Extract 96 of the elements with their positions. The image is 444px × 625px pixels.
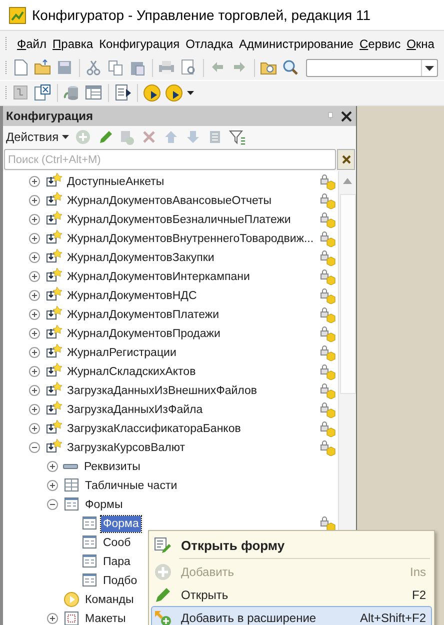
expand-icon[interactable] [29,290,40,301]
debug-start-icon[interactable] [143,84,161,102]
field-icon [63,464,78,469]
play-icon [63,591,80,608]
open-folder-icon[interactable] [34,59,52,77]
tree-window-icon[interactable] [12,84,30,102]
copy-icon[interactable] [107,59,125,77]
search-icon[interactable] [282,59,300,77]
expand-icon[interactable] [29,385,40,396]
form-icon [63,496,80,513]
menu-item[interactable]: Открыть форму [151,534,432,557]
menu-item[interactable]: Отладка [182,34,236,52]
tree-item[interactable]: ЖурналДокументовИнтеркампани [65,268,252,284]
menu-item[interactable]: Окна [404,34,438,52]
collapse-icon[interactable] [47,499,58,510]
tree-item[interactable]: ЖурналДокументовБезналичныеПлатежи [65,212,293,228]
tree-item[interactable]: ЖурналДокументовЗакупки [65,250,216,266]
tree-item[interactable]: Реквизиты [82,458,142,474]
pencil-icon [154,586,172,604]
panel-title: Конфигурация [6,108,94,125]
tree-item[interactable]: Табличные части [83,478,180,494]
add-icon [154,562,172,580]
tree-item[interactable]: ЖурналДокументовНДС [65,288,199,304]
menu-item[interactable]: Файл [14,34,50,52]
expand-icon[interactable] [29,309,40,320]
tree-item[interactable]: Команды [83,592,136,608]
search-combo-field[interactable] [306,59,438,77]
form-icon [81,572,98,589]
add-to-extension-icon [154,608,172,625]
menu-item: Добавить Ins [151,560,432,583]
expand-icon[interactable] [29,271,40,282]
expand-icon[interactable] [47,613,58,624]
expand-icon[interactable] [47,461,58,472]
tree-item[interactable]: Подбо [101,572,140,588]
menu-item[interactable]: Сервис [356,34,404,52]
tree-item[interactable]: ЖурналДокументовПлатежи [65,306,221,322]
tree-item[interactable]: ЖурналДокументовВнутреннегоТовародвиж... [65,230,316,246]
tree-item[interactable]: ЖурналСкладскихАктов [65,364,198,380]
scissors-icon[interactable] [85,59,103,77]
tree-item[interactable]: ЖурналДокументовАвансовыеОтчеты [65,192,274,208]
menu-item[interactable]: Правка [50,34,96,52]
expand-icon[interactable] [29,328,40,339]
tree-item[interactable]: Макеты [83,610,128,625]
tree-item[interactable]: ЖурналРегистрации [65,344,178,360]
expand-icon[interactable] [29,347,40,358]
expand-icon[interactable] [29,195,40,206]
app-icon [9,6,26,24]
menu-item[interactable]: Добавить в расширение Alt+Shift+F2 [151,606,432,625]
form-icon [81,553,98,570]
paste-icon[interactable] [129,59,147,77]
compare-icon[interactable] [34,84,52,102]
expand-icon[interactable] [29,366,40,377]
caret-icon [62,135,69,139]
tree-item[interactable]: ЖурналДокументовПродажи [65,326,222,342]
tree-item[interactable]: ЗагрузкаКурсовВалют [65,440,188,456]
new-document-icon[interactable] [12,59,30,77]
menu-item[interactable]: Конфигурация [96,34,183,52]
collapse-icon[interactable] [29,442,40,453]
form-icon [81,515,98,532]
tree-item[interactable]: ЗагрузкаДанныхИзВнешнихФайлов [65,382,260,398]
expand-icon[interactable] [29,214,40,225]
grip-icon [4,85,8,101]
expand-icon[interactable] [29,252,40,263]
expand-icon[interactable] [29,423,40,434]
database-icon[interactable] [63,84,81,102]
filter-icon[interactable] [228,129,245,145]
close-icon[interactable] [341,110,352,122]
table-icon [63,477,80,494]
tree-item[interactable]: Пара [101,554,132,570]
search-field[interactable]: Поиск (Ctrl+Alt+M) [4,149,336,170]
grip-icon [4,60,8,76]
expand-icon[interactable] [47,480,58,491]
grip-icon [4,36,8,52]
window-title: Конфигуратор - Управление торговлей, редакция 11 [32,6,370,25]
tree-item[interactable]: ЗагрузкаДанныхИзФайла [65,402,205,418]
menu-item[interactable]: Открыть F2 [151,583,432,606]
form-icon [81,534,98,551]
tree-item[interactable]: Форма [101,516,141,532]
tree-item[interactable]: ЗагрузкаКлассификатораБанков [65,420,243,436]
open-form-icon [154,536,172,554]
expand-icon[interactable] [29,233,40,244]
clear-search-button[interactable] [337,149,355,170]
expand-icon[interactable] [29,404,40,415]
table-window-icon[interactable] [85,84,103,102]
expand-icon[interactable] [29,176,40,187]
dropdown-arrow-icon [425,66,434,70]
actions-menu-button[interactable]: Действия [6,128,69,146]
tree-item[interactable]: Формы [83,496,125,512]
tree-item[interactable]: ДоступныеАнкеты [65,174,166,190]
tree-item[interactable]: Сооб [101,534,133,550]
menu-item[interactable]: Администрирование [236,34,356,52]
scrollbar-thumb[interactable] [340,194,356,394]
debug-start-icon[interactable] [165,84,183,102]
dropdown-arrow-icon[interactable] [187,91,194,95]
document-run-icon[interactable] [114,84,132,102]
clear-icon [342,155,350,164]
